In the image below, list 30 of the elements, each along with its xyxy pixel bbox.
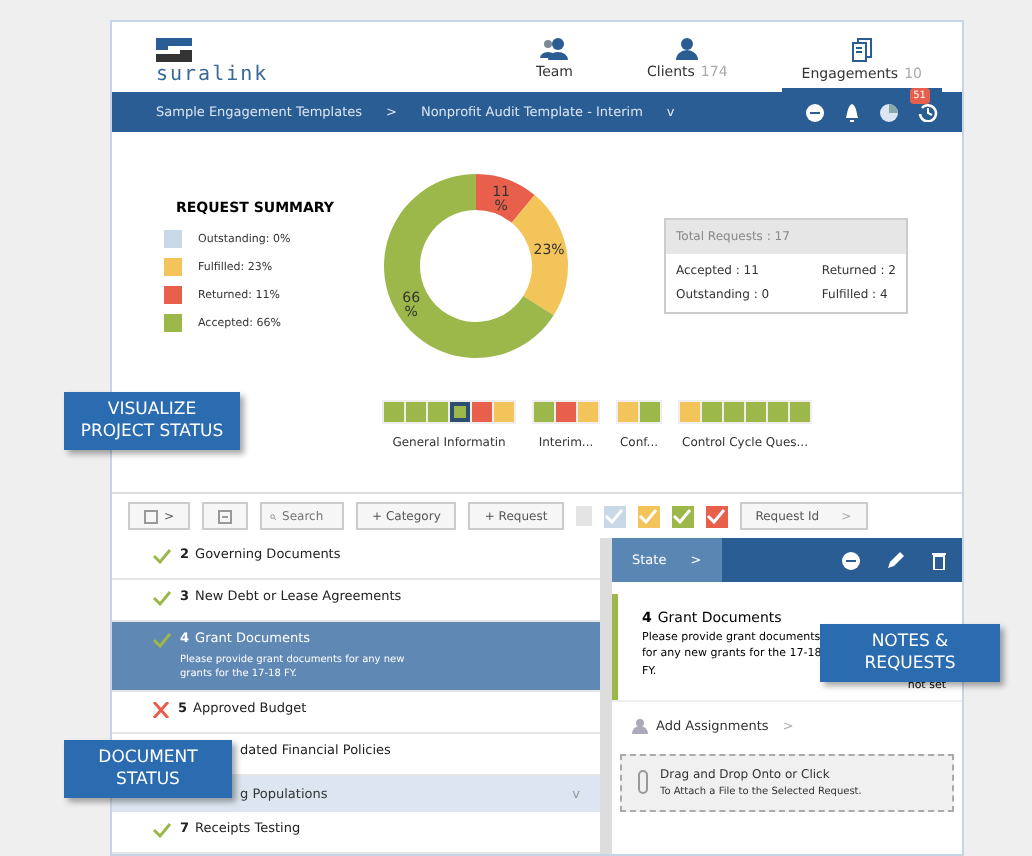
collapse-icon (218, 509, 233, 523)
logo-icon (156, 38, 192, 62)
people-icon (538, 38, 571, 60)
check-icon (706, 508, 727, 524)
callout-tooltip: DOCUMENT STATUS (64, 740, 232, 799)
documents-icon (851, 38, 872, 62)
filter-toggle[interactable] (603, 505, 626, 527)
check-icon (638, 508, 659, 524)
minus-circle-icon[interactable] (842, 551, 860, 569)
check-icon (672, 508, 693, 524)
check-icon (604, 508, 625, 524)
search-icon (270, 509, 277, 523)
logo-text: suralink (156, 64, 269, 86)
filter-toggle[interactable] (637, 505, 660, 527)
checkbox-icon (144, 509, 158, 523)
person-icon (632, 717, 648, 734)
status-square[interactable] (450, 402, 470, 422)
filter-toggle[interactable] (671, 505, 694, 527)
callout-tooltip: NOTES & REQUESTS (820, 624, 1000, 683)
callout-tooltip: VISUALIZE PROJECT STATUS (64, 392, 240, 451)
collapse-button[interactable] (202, 502, 249, 530)
trash-icon[interactable] (932, 551, 946, 569)
paperclip-icon (638, 770, 648, 795)
bell-icon[interactable] (844, 103, 860, 121)
history-icon[interactable] (918, 102, 938, 122)
filter-toggle[interactable] (705, 505, 728, 527)
person-icon (676, 38, 699, 60)
pie-icon[interactable] (880, 103, 898, 121)
minus-circle-icon[interactable] (806, 103, 824, 121)
pencil-icon[interactable] (888, 552, 904, 568)
